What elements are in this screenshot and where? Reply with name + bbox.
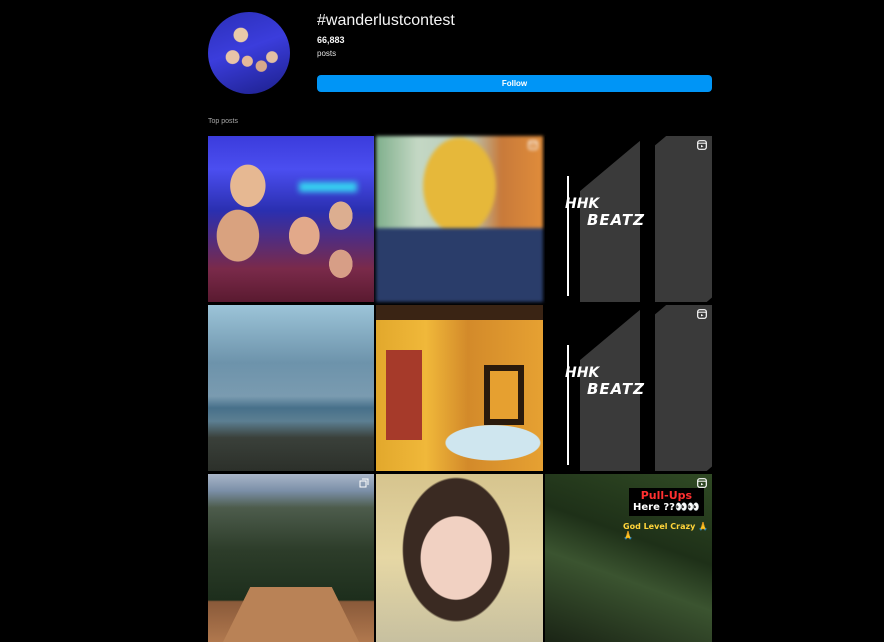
- hhk-line2: BEATZ: [587, 380, 645, 398]
- post-selfie[interactable]: [208, 136, 374, 302]
- post-hhk-beatz[interactable]: HHK BEATZ: [545, 136, 712, 302]
- reel-icon: [697, 309, 707, 319]
- reel-icon: [697, 140, 707, 150]
- pull-ups-line3: God Level Crazy 🙏🙏: [623, 522, 709, 540]
- post-yellow-room[interactable]: [376, 305, 543, 471]
- post-yellow-jacket[interactable]: [376, 136, 543, 302]
- top-posts-label: Top posts: [208, 118, 238, 125]
- pull-ups-line2: Here ??👀👀: [633, 502, 700, 513]
- post-forest-tower[interactable]: [208, 474, 374, 642]
- posts-label: posts: [317, 49, 337, 58]
- post-count: 66,883: [317, 35, 345, 45]
- reel-icon: [528, 140, 538, 150]
- hhk-line1: HHK: [565, 365, 600, 381]
- hashtag-title: #wanderlustcontest: [317, 12, 455, 29]
- hhk-line1: HHK: [565, 196, 600, 212]
- hashtag-avatar: [208, 12, 290, 94]
- post-pull-ups[interactable]: Pull-Ups Here ??👀👀 God Level Crazy 🙏🙏: [545, 474, 712, 642]
- follow-button[interactable]: Follow: [317, 75, 712, 92]
- pull-ups-line1: Pull-Ups: [640, 489, 693, 502]
- post-hhk-beatz-2[interactable]: HHK BEATZ: [545, 305, 712, 471]
- post-beach[interactable]: [208, 305, 374, 471]
- hhk-line2: BEATZ: [587, 211, 645, 229]
- posts-grid: HHK BEATZ HHK BEATZ Pull-Ups Here ??👀👀 G…: [208, 136, 712, 642]
- post-portrait[interactable]: [376, 474, 543, 642]
- carousel-icon: [359, 478, 369, 488]
- reel-icon: [697, 478, 707, 488]
